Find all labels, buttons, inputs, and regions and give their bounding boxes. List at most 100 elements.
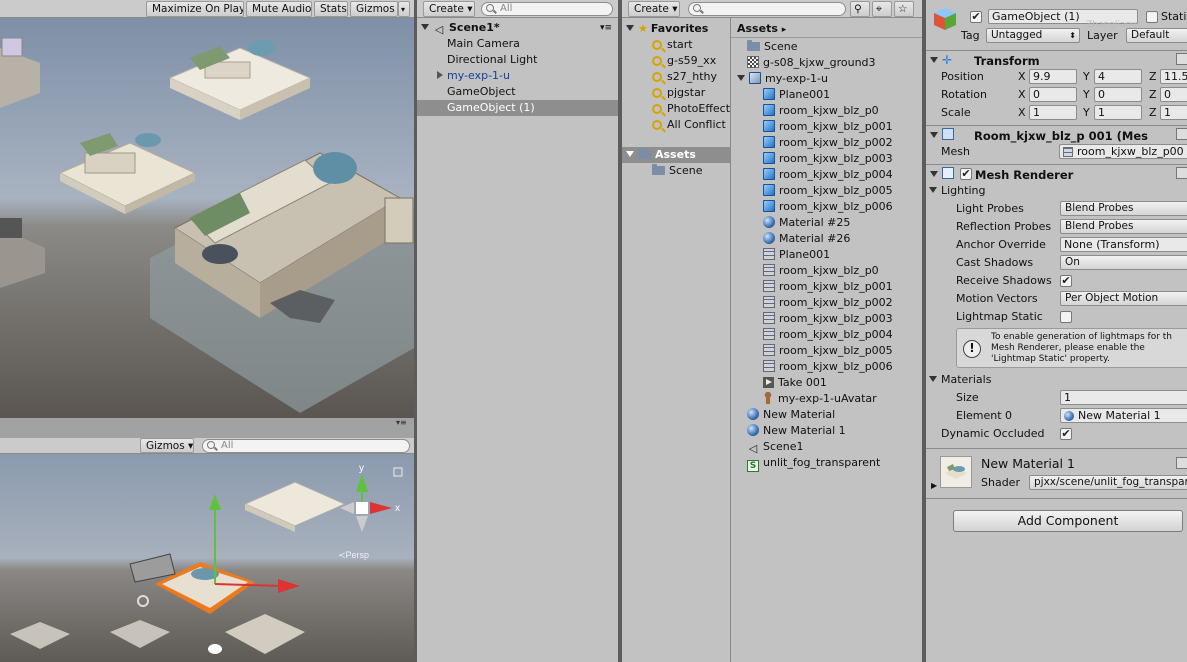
transform-rotation-x-field[interactable]: 0 [1029, 87, 1077, 102]
component-settings-icon[interactable] [1176, 53, 1187, 65]
lightmap-static-checkbox[interactable] [1060, 311, 1072, 323]
filter-label-icon[interactable]: ⌖ [872, 1, 892, 17]
asset-item[interactable]: room_kjxw_blz_p003 [763, 311, 893, 327]
mesh-filter-header[interactable]: Room_kjxw_blz_p 001 (Mes [926, 125, 1187, 143]
expand-icon[interactable] [626, 151, 634, 157]
mesh-renderer-enabled-checkbox[interactable]: ✔ [960, 168, 972, 180]
hierarchy-item-gameobject-1[interactable]: GameObject (1) [417, 100, 618, 116]
asset-item[interactable]: room_kjxw_blz_p001 [763, 119, 893, 135]
asset-item[interactable]: room_kjxw_blz_p003 [763, 151, 893, 167]
asset-item[interactable]: Material #25 [763, 215, 850, 231]
expand-icon[interactable] [421, 24, 429, 30]
maximize-on-play-button[interactable]: Maximize On Play [146, 1, 244, 17]
scene-root[interactable]: ◁ Scene1* ▾≡ [421, 20, 616, 36]
favorite-star-icon[interactable]: ☆ [894, 1, 914, 17]
materials-size-field[interactable]: 1 [1060, 390, 1187, 405]
expand-icon[interactable] [929, 187, 937, 193]
transform-scale-x-field[interactable]: 1 [1029, 105, 1077, 120]
transform-position-z-field[interactable]: 11.5 [1160, 69, 1187, 84]
lighting-foldout[interactable]: Lighting [929, 184, 985, 198]
expand-icon[interactable] [930, 132, 938, 138]
breadcrumb[interactable]: Assets ▸ [737, 21, 786, 37]
project-create-button[interactable]: Create ▾ [628, 1, 680, 17]
persp-label[interactable]: ≺Persp [338, 550, 369, 560]
asset-item[interactable]: room_kjxw_blz_p001 [763, 279, 893, 295]
asset-item[interactable]: my-exp-1-uAvatar [763, 391, 877, 407]
motion-vectors-dropdown[interactable]: Per Object Motion [1060, 291, 1187, 306]
asset-item[interactable]: room_kjxw_blz_p005 [763, 343, 893, 359]
scene-viewport[interactable]: y x ≺Persp [0, 454, 414, 662]
tree-folder-scene[interactable]: Scene [652, 163, 703, 179]
asset-item[interactable]: Scene [747, 39, 798, 55]
panel-menu-icon[interactable]: ▾≡ [396, 419, 410, 427]
favorites-header[interactable]: ★ Favorites [626, 21, 708, 37]
hierarchy-create-button[interactable]: Create ▾ [423, 1, 475, 17]
asset-item[interactable]: Plane001 [763, 87, 830, 103]
gizmos-button[interactable]: Gizmos [350, 1, 398, 17]
transform-scale-z-field[interactable]: 1 [1160, 105, 1187, 120]
asset-item[interactable]: my-exp-1-u [737, 71, 828, 87]
asset-item[interactable]: New Material [747, 407, 835, 423]
mesh-field[interactable]: room_kjxw_blz_p00 [1059, 144, 1187, 159]
component-settings-icon[interactable] [1176, 167, 1187, 179]
filter-type-icon[interactable]: ⚲ [850, 1, 870, 17]
hierarchy-item-gameobject[interactable]: GameObject [447, 84, 516, 100]
layer-dropdown[interactable]: Default [1126, 28, 1187, 43]
expand-icon[interactable] [737, 75, 745, 81]
static-checkbox[interactable] [1146, 11, 1158, 23]
hierarchy-item-my-exp-1-u[interactable]: my-exp-1-u [437, 68, 510, 84]
favorite-item[interactable]: start [652, 37, 693, 53]
asset-item[interactable]: Material #26 [763, 231, 850, 247]
hierarchy-search-input[interactable]: All [481, 2, 613, 16]
material-settings-icon[interactable] [1176, 457, 1187, 469]
hierarchy-item-main-camera[interactable]: Main Camera [447, 36, 520, 52]
transform-scale-y-field[interactable]: 1 [1094, 105, 1142, 120]
asset-item[interactable]: g-s08_kjxw_ground3 [747, 55, 876, 71]
game-view[interactable]: Maximize On Play Mute Audio Stats Gizmos… [0, 0, 414, 418]
transform-rotation-z-field[interactable]: 0 [1160, 87, 1187, 102]
asset-item[interactable]: room_kjxw_blz_p006 [763, 199, 893, 215]
breadcrumb-assets[interactable]: Assets [737, 22, 778, 35]
favorite-item[interactable]: s27_hthy [652, 69, 717, 85]
light-probes-dropdown[interactable]: Blend Probes [1060, 201, 1187, 216]
asset-item[interactable]: room_kjxw_blz_p004 [763, 327, 893, 343]
gizmos-dropdown[interactable]: ▾ [398, 1, 410, 17]
asset-item[interactable]: New Material 1 [747, 423, 846, 439]
active-checkbox[interactable]: ✔ [970, 11, 982, 23]
mute-audio-button[interactable]: Mute Audio [246, 1, 312, 17]
expand-icon[interactable] [929, 376, 937, 382]
element-0-field[interactable]: New Material 1 [1060, 408, 1187, 423]
scene-view[interactable]: ▾≡ Gizmos ▾ All y x ≺Persp [0, 418, 414, 662]
asset-item[interactable]: ◁ Scene1 [747, 439, 804, 455]
expand-icon[interactable] [626, 25, 634, 31]
reflection-probes-dropdown[interactable]: Blend Probes [1060, 219, 1187, 234]
asset-item[interactable]: room_kjxw_blz_p006 [763, 359, 893, 375]
favorite-item[interactable]: pjgstar [652, 85, 705, 101]
transform-position-x-field[interactable]: 9.9 [1029, 69, 1077, 84]
game-viewport[interactable] [0, 18, 414, 418]
asset-item[interactable]: room_kjxw_blz_p002 [763, 295, 893, 311]
scene-gizmos-button[interactable]: Gizmos ▾ [140, 438, 194, 453]
asset-item[interactable]: room_kjxw_blz_p002 [763, 135, 893, 151]
favorite-item[interactable]: All Conflict [652, 117, 730, 133]
asset-item[interactable]: Plane001 [763, 247, 830, 263]
dynamic-occluded-checkbox[interactable]: ✔ [1060, 428, 1072, 440]
anchor-override-field[interactable]: None (Transform) [1060, 237, 1187, 252]
hierarchy-item-directional-light[interactable]: Directional Light [447, 52, 537, 68]
project-search-input[interactable] [688, 2, 846, 16]
asset-item[interactable]: room_kjxw_blz_p005 [763, 183, 893, 199]
cast-shadows-dropdown[interactable]: On [1060, 255, 1187, 270]
expand-icon[interactable] [930, 171, 938, 177]
mesh-renderer-header[interactable]: ✔ Mesh Renderer [926, 164, 1187, 182]
asset-item[interactable]: Sunlit_fog_transparent [747, 455, 880, 472]
asset-item[interactable]: room_kjxw_blz_p004 [763, 167, 893, 183]
scene-search-input[interactable]: All [202, 439, 410, 453]
receive-shadows-checkbox[interactable]: ✔ [1060, 275, 1072, 287]
panel-divider[interactable] [0, 418, 414, 426]
component-settings-icon[interactable] [1176, 128, 1187, 140]
favorite-item[interactable]: PhotoEffect [652, 101, 730, 117]
transform-position-y-field[interactable]: 4 [1094, 69, 1142, 84]
stats-button[interactable]: Stats [314, 1, 348, 17]
transform-header[interactable]: ✛ Transform [926, 50, 1187, 68]
scene-menu-icon[interactable]: ▾≡ [600, 20, 612, 36]
